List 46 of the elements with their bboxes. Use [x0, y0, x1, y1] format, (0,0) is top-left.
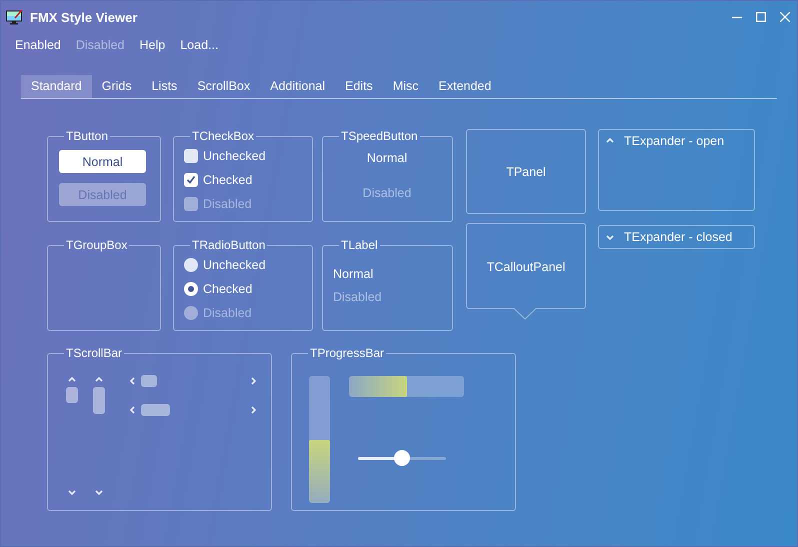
maximize-icon	[756, 12, 766, 22]
tab[interactable]: Additional	[260, 75, 336, 98]
label-text: Disabled	[333, 290, 382, 306]
label-text: Normal	[333, 267, 374, 283]
callout-panel: TCalloutPanel	[466, 223, 586, 320]
tab[interactable]: Edits	[335, 75, 383, 98]
push-button[interactable]: Normal	[59, 150, 146, 173]
expander-header[interactable]: TExpander - open	[599, 130, 730, 152]
menu-item[interactable]: Enabled	[15, 38, 61, 58]
window-title: FMX Style Viewer	[30, 10, 138, 24]
tab[interactable]: Lists	[142, 75, 188, 98]
slider-thumb[interactable]	[394, 450, 410, 466]
horizontal-scrollbar[interactable]	[128, 404, 258, 416]
tab[interactable]: ScrollBox	[187, 75, 260, 98]
vertical-scrollbar[interactable]	[93, 375, 105, 497]
speed-button[interactable]: Normal	[333, 145, 441, 171]
radio-button[interactable]: Checked	[184, 277, 252, 301]
monitor-icon	[6, 10, 23, 24]
close-icon	[780, 12, 790, 22]
group-title: TCheckBox	[191, 129, 256, 143]
tab[interactable]: Extended	[428, 75, 502, 98]
checkbox[interactable]: Checked	[184, 168, 252, 192]
expander-header[interactable]: TExpander - closed	[599, 226, 738, 248]
tab[interactable]: Grids	[92, 75, 142, 98]
group-title: TButton	[65, 129, 110, 143]
vertical-scrollbar[interactable]	[66, 375, 78, 497]
menu-item[interactable]: Load...	[180, 38, 218, 58]
group-title: TLabel	[340, 238, 379, 252]
scrollbar-thumb[interactable]	[141, 375, 157, 387]
checkbox[interactable]: Unchecked	[184, 144, 266, 168]
group-title: TScrollBar	[65, 346, 124, 360]
tab[interactable]: Misc	[382, 75, 429, 98]
tab[interactable]: Standard	[21, 75, 92, 98]
scrollbar-thumb[interactable]	[66, 387, 78, 403]
scrollbar-thumb[interactable]	[93, 387, 105, 414]
horizontal-scrollbar[interactable]	[128, 375, 258, 387]
group-title: TGroupBox	[65, 238, 128, 252]
group-title: TSpeedButton	[340, 129, 419, 143]
checkmark-icon	[186, 175, 196, 185]
scrollbar-thumb[interactable]	[141, 404, 170, 416]
group-title: TRadioButton	[191, 238, 266, 252]
menu-item[interactable]: Help	[140, 38, 166, 58]
slider[interactable]	[358, 450, 446, 466]
radio-button[interactable]: Unchecked	[184, 253, 266, 277]
panel: TPanel	[466, 129, 586, 214]
group-title: TProgressBar	[309, 346, 386, 360]
